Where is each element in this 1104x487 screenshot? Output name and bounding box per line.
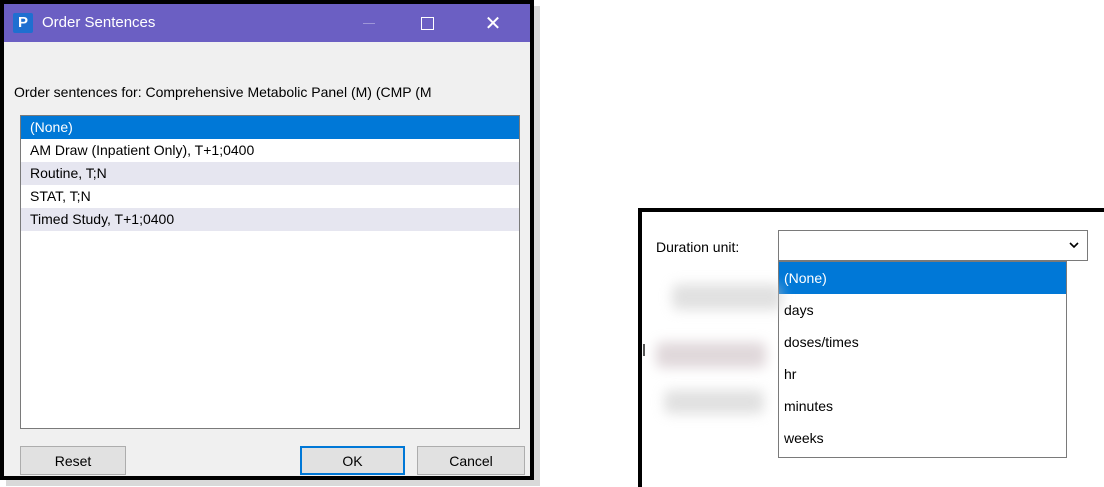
ok-button[interactable]: OK — [300, 446, 405, 475]
duration-unit-dropdown[interactable]: (None) days doses/times hr minutes weeks — [778, 261, 1067, 458]
duration-option[interactable]: doses/times — [779, 326, 1066, 358]
cancel-button[interactable]: Cancel — [417, 446, 525, 475]
chevron-down-icon[interactable] — [1061, 231, 1087, 260]
dialog-title: Order Sentences — [42, 14, 156, 31]
duration-unit-combobox[interactable] — [778, 230, 1088, 261]
order-sentences-caption: Order sentences for: Comprehensive Metab… — [14, 84, 432, 100]
blurred-content — [672, 284, 782, 310]
order-sentence-item[interactable]: Timed Study, T+1;0400 — [21, 208, 519, 231]
duration-unit-panel: Duration unit: (None) days doses/times hr mi… — [638, 208, 1104, 487]
duration-unit-label: Duration unit: — [656, 239, 740, 255]
reset-button[interactable]: Reset — [20, 446, 126, 475]
close-button[interactable]: ✕ — [470, 4, 516, 42]
duration-option[interactable]: days — [779, 294, 1066, 326]
order-sentence-item[interactable]: AM Draw (Inpatient Only), T+1;0400 — [21, 139, 519, 162]
blurred-content — [664, 390, 764, 414]
order-sentences-list[interactable]: (None) AM Draw (Inpatient Only), T+1;0400… — [20, 115, 520, 429]
maximize-icon — [420, 16, 434, 30]
order-sentence-item[interactable]: Routine, T;N — [21, 162, 519, 185]
blurred-content — [656, 342, 766, 368]
duration-option[interactable]: weeks — [779, 422, 1066, 454]
duration-option[interactable]: minutes — [779, 390, 1066, 422]
title-bar[interactable]: P Order Sentences ✕ — [4, 4, 530, 42]
app-logo-icon: P — [13, 13, 33, 33]
minimize-button[interactable] — [346, 4, 392, 42]
duration-option[interactable]: (None) — [779, 262, 1066, 294]
maximize-button[interactable] — [404, 4, 450, 42]
panel-edge-mark — [643, 344, 645, 356]
close-icon: ✕ — [484, 12, 502, 35]
order-sentences-dialog: P Order Sentences ✕ Order sentences for:… — [0, 0, 534, 480]
order-sentence-item[interactable]: STAT, T;N — [21, 185, 519, 208]
duration-option[interactable]: hr — [779, 358, 1066, 390]
order-sentence-item[interactable]: (None) — [21, 116, 519, 139]
